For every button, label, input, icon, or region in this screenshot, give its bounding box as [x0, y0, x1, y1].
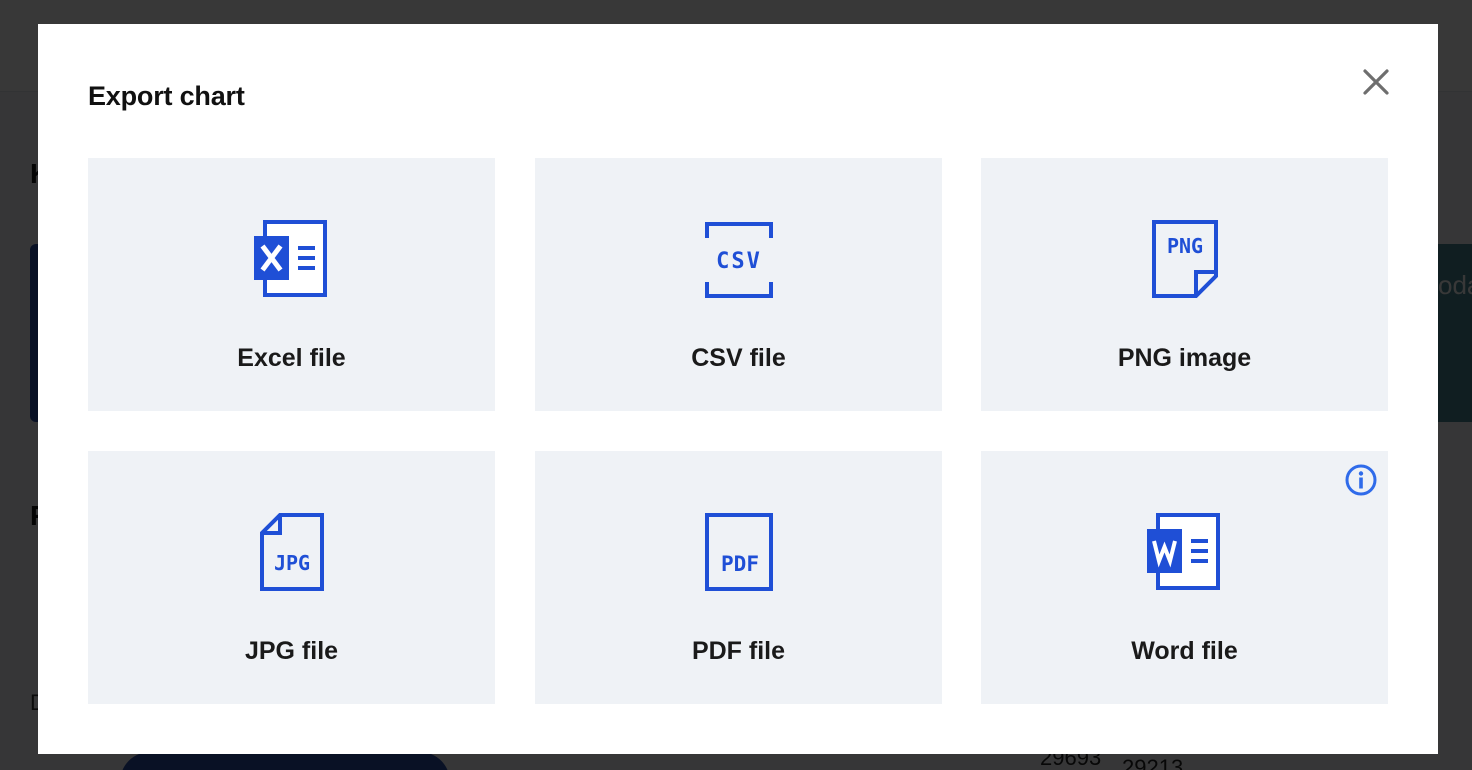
export-option-csv[interactable]: CSV CSV file [535, 158, 942, 411]
png-image-icon: PNG [1151, 220, 1218, 298]
word-file-icon [1146, 513, 1220, 590]
export-option-jpg[interactable]: JPG JPG file [88, 451, 495, 704]
export-option-word[interactable]: Word file [981, 451, 1388, 704]
jpg-icon-text: JPG [273, 551, 309, 575]
tile-label: PDF file [691, 637, 786, 665]
dialog-title: Export chart [88, 81, 245, 111]
tile-label: Word file [1131, 637, 1238, 665]
export-option-png[interactable]: PNG PNG image [981, 158, 1388, 411]
csv-file-icon: CSV [704, 222, 773, 298]
tile-label: JPG file [244, 637, 339, 665]
png-icon-text: PNG [1166, 234, 1202, 258]
jpg-file-icon: JPG [259, 513, 324, 591]
csv-icon-text: CSV [716, 249, 762, 274]
info-icon[interactable] [1344, 463, 1378, 497]
close-button[interactable] [1358, 64, 1394, 100]
tile-label: PNG image [1117, 344, 1252, 372]
export-chart-dialog: Export chart Excel file CSV CSV file PNG [38, 24, 1438, 754]
tile-label: Excel file [237, 344, 346, 372]
pdf-file-icon: PDF [704, 513, 773, 591]
excel-file-icon [253, 220, 327, 297]
close-icon [1363, 69, 1389, 95]
export-option-pdf[interactable]: PDF PDF file [535, 451, 942, 704]
export-option-excel[interactable]: Excel file [88, 158, 495, 411]
tile-label: CSV file [691, 344, 786, 372]
pdf-icon-text: PDF [721, 552, 759, 576]
